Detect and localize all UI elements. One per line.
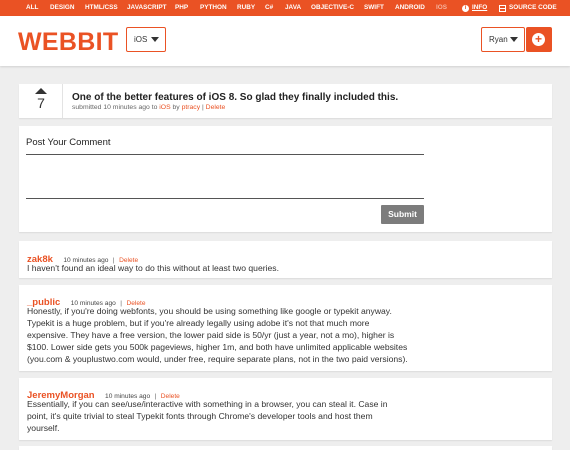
post-title[interactable]: One of the better features of iOS 8. So … [72, 92, 398, 103]
vote-box: 7 [19, 84, 63, 118]
post-delete-link[interactable]: Delete [206, 104, 226, 111]
language-select[interactable]: iOS [126, 27, 166, 52]
post-meta-separator: | [202, 104, 204, 111]
post-meta-prefix: submitted 10 minutes ago to [72, 104, 158, 111]
source-code-icon [499, 4, 506, 12]
nav-link-html-css[interactable]: HTML/CSS [85, 0, 118, 16]
comment-form-title: Post Your Comment [26, 137, 111, 148]
nav-link-swift[interactable]: SWIFT [364, 0, 384, 16]
comment-body: Essentially, if you can see/use/interact… [27, 398, 437, 434]
comment-line: yourself. [27, 423, 60, 433]
comment-textarea[interactable] [26, 156, 424, 198]
nav-link-objective-c[interactable]: OBJECTIVE-C [311, 0, 354, 16]
info-label: INFO [472, 4, 488, 11]
add-post-button[interactable]: + [526, 27, 552, 52]
comment-line: $100. Lower side gets you 500k pageviews… [27, 342, 408, 352]
comment-body: I haven't found an ideal way to do this … [27, 262, 437, 274]
comment-input-bottom-border [26, 198, 424, 199]
nav-link-php[interactable]: PHP [175, 0, 188, 16]
submit-button[interactable]: Submit [381, 205, 424, 224]
post-by-label: by [172, 104, 180, 111]
site-header: WEBBIT iOS Ryan + [0, 16, 570, 66]
top-nav: ALL DESIGN HTML/CSS JAVASCRIPT PHP PYTHO… [0, 0, 570, 16]
comment-card: JeremyMorgan 10 minutes ago | Delete Ess… [19, 378, 552, 440]
comment-card [19, 446, 552, 450]
comment-input-top-border [26, 154, 424, 155]
user-select[interactable]: Ryan [481, 27, 525, 52]
logo[interactable]: WEBBIT [18, 28, 118, 56]
source-code-link[interactable]: SOURCE CODE [499, 0, 557, 16]
comment-line: Honestly, if you're doing webfonts, you … [27, 306, 392, 316]
comment-line: Typekit is a huge problem, but if you're… [27, 318, 370, 328]
nav-link-ruby[interactable]: RUBY [237, 0, 255, 16]
plus-icon: + [532, 33, 545, 46]
comment-card: zak8k 10 minutes ago | Delete I haven't … [19, 241, 552, 278]
nav-link-design[interactable]: DESIGN [50, 0, 75, 16]
language-select-value: iOS [134, 35, 148, 44]
nav-link-csharp[interactable]: C# [265, 0, 273, 16]
nav-link-all[interactable]: ALL [26, 0, 38, 16]
chevron-down-icon [151, 37, 159, 42]
info-link[interactable]: i INFO [462, 0, 487, 16]
comment-form: Post Your Comment Submit [19, 126, 552, 232]
comment-line: expensive. They have a free version, the… [27, 330, 395, 340]
comment-body: Honestly, if you're doing webfonts, you … [27, 305, 437, 365]
chevron-down-icon [510, 37, 518, 42]
nav-link-java[interactable]: JAVA [285, 0, 301, 16]
info-icon: i [462, 4, 469, 12]
comment-line: (you.com & youplustwo.com would, under f… [27, 354, 408, 364]
upvote-arrow-icon[interactable] [35, 88, 47, 94]
nav-link-ios[interactable]: IOS [436, 0, 447, 16]
nav-link-javascript[interactable]: JAVASCRIPT [127, 0, 167, 16]
post-card: 7 One of the better features of iOS 8. S… [19, 84, 552, 118]
post-meta: submitted 10 minutes ago to iOS by ptrac… [72, 104, 225, 111]
post-author-link[interactable]: ptracy [182, 104, 201, 111]
comment-line: I haven't found an ideal way to do this … [27, 263, 279, 273]
nav-link-android[interactable]: ANDROID [395, 0, 425, 16]
nav-link-python[interactable]: PYTHON [200, 0, 227, 16]
comment-card: _public 10 minutes ago | Delete Honestly… [19, 285, 552, 371]
source-code-label: SOURCE CODE [509, 4, 557, 11]
vote-count: 7 [37, 95, 45, 111]
user-select-value: Ryan [489, 35, 508, 44]
subreddit-link[interactable]: iOS [159, 104, 170, 111]
comment-line: Essentially, if you can see/use/interact… [27, 399, 388, 409]
comment-line: point, it's quite trivial to steal Typek… [27, 411, 373, 421]
